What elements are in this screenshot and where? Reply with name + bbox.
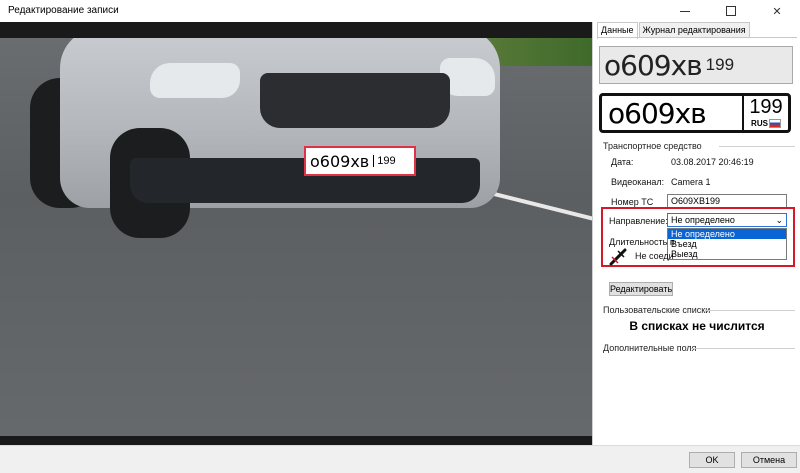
dialog-footer: OK Отмена	[0, 445, 800, 473]
minimize-button[interactable]	[662, 0, 708, 22]
section-divider	[719, 146, 795, 147]
channel-value: Camera 1	[671, 177, 711, 187]
plate-crop-region: 199	[705, 55, 735, 74]
car-image	[30, 38, 510, 238]
plate-crop-main: о609хв	[604, 48, 703, 82]
video-letterbox-bottom	[0, 436, 592, 445]
chevron-down-icon: ⌄	[775, 215, 783, 225]
direction-select[interactable]: Не определено ⌄	[667, 213, 787, 227]
plate-rendered-country: RUS	[751, 119, 768, 128]
maximize-icon	[726, 6, 736, 16]
user-lists-section-title: Пользовательские списки	[603, 305, 711, 315]
direction-selected-value: Не определено	[671, 215, 735, 225]
tab-edit-log[interactable]: Журнал редактирования	[638, 22, 750, 38]
video-letterbox-top	[0, 22, 592, 38]
plate-overlay-region: 199	[373, 155, 396, 167]
plate-rendered-region-box: 199 RUS	[742, 96, 788, 130]
details-panel: Данные Журнал редактирования о609хв 199 …	[592, 22, 800, 445]
not-in-lists-text: В списках не числится	[629, 319, 765, 333]
russia-flag-icon	[768, 119, 781, 129]
plate-rendered: о609хв 199 RUS	[599, 93, 791, 133]
date-label: Дата:	[611, 157, 634, 167]
edit-button[interactable]: Редактировать	[609, 282, 673, 296]
tab-strip: Данные Журнал редактирования	[597, 22, 751, 39]
duration-label: Длительность п	[609, 237, 675, 247]
plate-overlay-main: о609хв	[310, 151, 370, 171]
direction-option-exit[interactable]: Выезд	[668, 249, 786, 259]
window-title: Редактирование записи	[8, 5, 119, 16]
video-frame: о609хв 199	[0, 22, 592, 445]
tab-divider	[597, 37, 797, 38]
direction-option-undefined[interactable]: Не определено	[668, 229, 786, 239]
ok-button[interactable]: OK	[689, 452, 735, 468]
date-value: 03.08.2017 20:46:19	[671, 157, 754, 167]
detected-plate-overlay: о609хв 199	[304, 146, 416, 176]
connection-status: Не соеди	[635, 251, 674, 261]
camera-image: о609хв 199	[0, 38, 592, 436]
maximize-button[interactable]	[708, 0, 754, 22]
car-grille	[260, 73, 450, 128]
section-divider	[691, 348, 795, 349]
minimize-icon	[680, 10, 690, 12]
close-button[interactable]: ✕	[754, 0, 800, 22]
section-divider	[705, 310, 795, 311]
plate-crop-image: о609хв 199	[599, 46, 793, 84]
title-bar: Редактирование записи ✕	[0, 0, 800, 23]
plate-rendered-main: о609хв	[608, 96, 707, 130]
plate-number-input[interactable]: О609ХВ199	[667, 194, 787, 208]
direction-option-entry[interactable]: Въезд	[668, 239, 786, 249]
direction-dropdown-list: Не определено Въезд Выезд	[667, 228, 787, 260]
cancel-button[interactable]: Отмена	[741, 452, 797, 468]
plate-number-label: Номер ТС	[611, 197, 654, 207]
disconnected-plug-icon	[609, 248, 627, 266]
plate-rendered-region: 199	[749, 96, 783, 118]
direction-label: Направление:	[609, 216, 668, 226]
extra-fields-section-title: Дополнительные поля	[603, 343, 697, 353]
vehicle-section-title: Транспортное средство	[603, 141, 702, 151]
channel-label: Видеоканал:	[611, 177, 665, 187]
close-icon: ✕	[772, 5, 782, 18]
car-headlight-left	[150, 63, 240, 98]
